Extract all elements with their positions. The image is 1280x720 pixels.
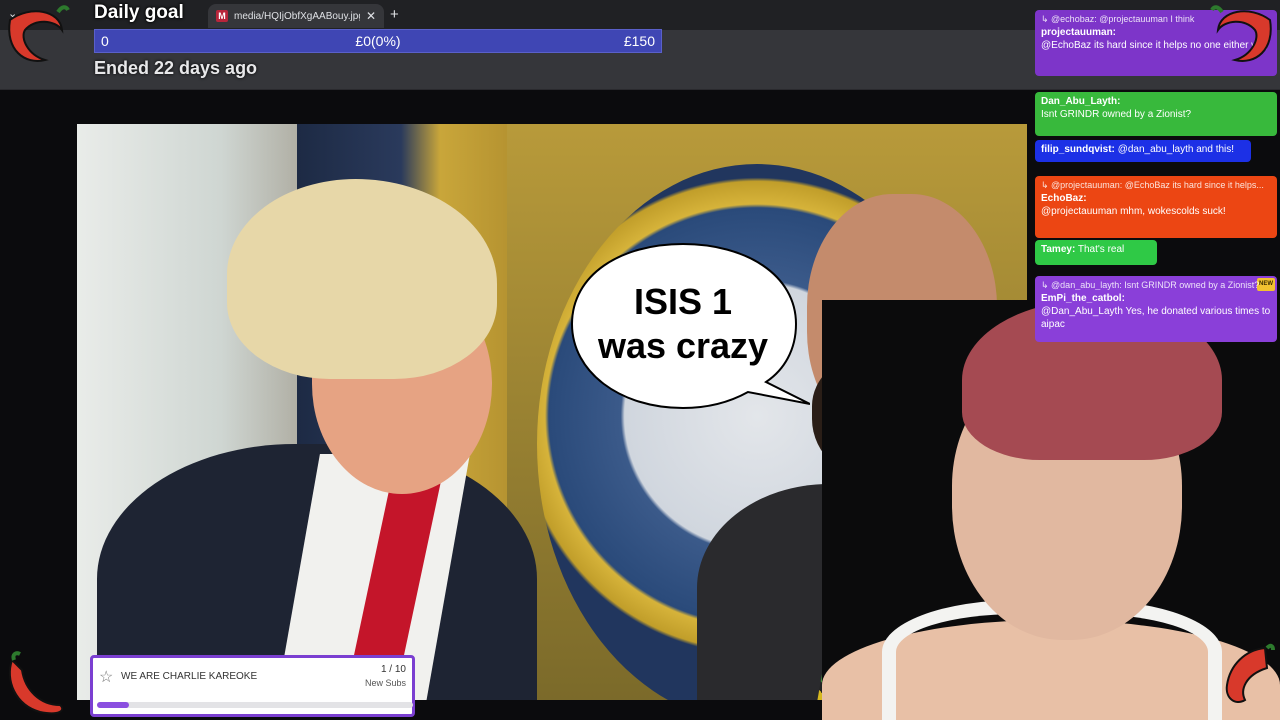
daily-goal-max: £150 (623, 33, 655, 49)
star-icon: ☆ (99, 669, 114, 686)
chat-message: Dan_Abu_Layth: Isnt GRINDR owned by a Zi… (1035, 92, 1277, 136)
daily-goal-current: £0(0%) (355, 33, 401, 49)
chat-message: NEW ↳ @dan_abu_layth: Isnt GRINDR owned … (1035, 276, 1277, 342)
stream-screen: ⌄ M media/HQIjObfXgAABouy.jpg ( ✕ + → ↻ … (0, 0, 1280, 720)
chat-message: filip_sundqvist: @dan_abu_layth and this… (1035, 140, 1251, 162)
chat-text: @dan_abu_layth and this! (1117, 144, 1235, 155)
subs-goal-fill (97, 702, 129, 708)
tab-close-icon[interactable]: ✕ (366, 9, 376, 23)
chat-reply-ref: ↳ @dan_abu_layth: Isnt GRINDR owned by a… (1041, 280, 1260, 290)
subs-goal-widget: ☆ WE ARE CHARLIE KAREOKE 1 / 10 New Subs (90, 655, 415, 717)
subs-goal-label: New Subs (364, 678, 406, 688)
chat-message: Tamey: That's real (1035, 240, 1157, 265)
tab-title: media/HQIjObfXgAABouy.jpg ( (234, 10, 360, 22)
chat-username: filip_sundqvist: (1041, 144, 1115, 155)
chat-text: Isnt GRINDR owned by a Zionist? (1041, 109, 1192, 120)
chat-reply-ref: ↳ @projectauuman: @EchoBaz its hard sinc… (1041, 180, 1264, 190)
chat-username: Dan_Abu_Layth: (1041, 96, 1121, 107)
speech-bubble-text: ISIS 1 was crazy (570, 280, 796, 368)
chat-username: EmPi_the_catbol: (1041, 293, 1125, 304)
chili-pepper-icon (8, 5, 70, 62)
chili-pepper-icon (1210, 5, 1272, 62)
tab-favicon-icon: M (216, 10, 228, 22)
daily-goal-bar: 0 £0(0%) £150 (94, 29, 662, 53)
chat-username: projectauuman: (1041, 27, 1117, 38)
speech-line-1: ISIS 1 (633, 281, 733, 322)
subs-goal-count: 1 / 10 (380, 664, 406, 675)
new-tab-button[interactable]: + (390, 6, 399, 23)
browser-tab-active[interactable]: M media/HQIjObfXgAABouy.jpg ( ✕ (208, 4, 384, 28)
chat-message: ↳ @projectauuman: @EchoBaz its hard sinc… (1035, 176, 1277, 238)
chat-text: That's real (1077, 244, 1125, 255)
chili-pepper-icon (8, 651, 64, 715)
subs-goal-name: WE ARE CHARLIE KAREOKE (121, 671, 258, 682)
speech-bubble: ISIS 1 was crazy (570, 242, 810, 410)
speech-line-2: was crazy (597, 325, 769, 366)
subs-goal-track (97, 702, 413, 708)
chat-text: @projectauuman mhm, wokescolds suck! (1041, 206, 1226, 217)
daily-goal-status: Ended 22 days ago (94, 58, 258, 78)
chat-username: EchoBaz: (1041, 193, 1087, 204)
chat-text: @Dan_Abu_Layth Yes, he donated various t… (1041, 306, 1271, 330)
daily-goal-title: Daily goal (94, 2, 184, 23)
chat-username: Tamey: (1041, 244, 1076, 255)
chili-pepper-icon (1225, 643, 1275, 704)
